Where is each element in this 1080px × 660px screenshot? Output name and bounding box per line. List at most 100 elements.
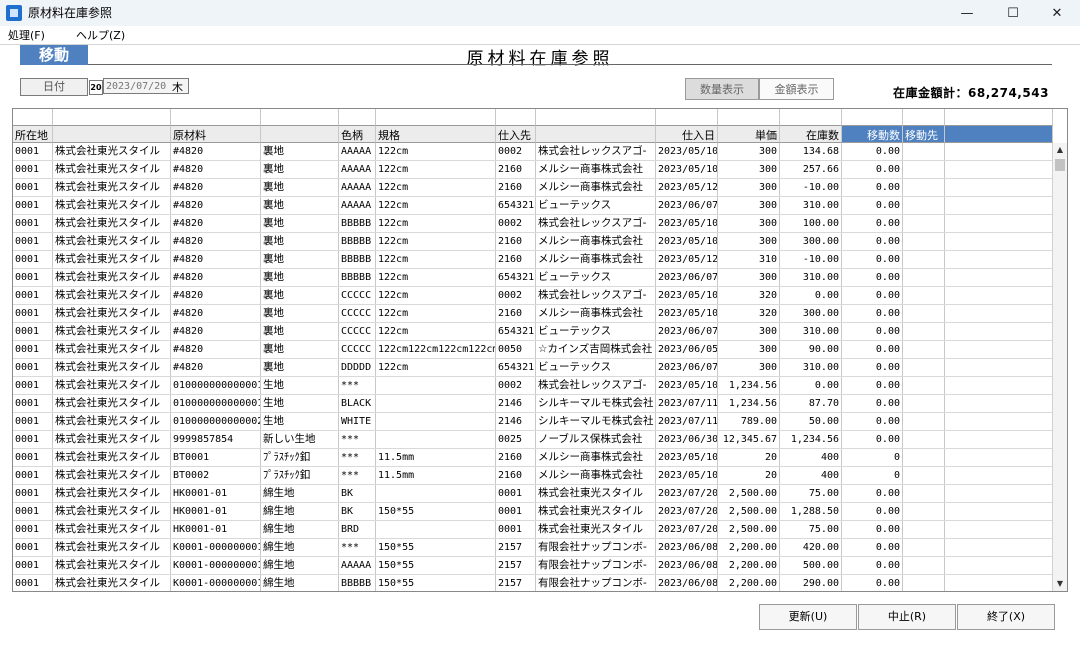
table-cell[interactable] [903, 305, 945, 322]
filter-cell[interactable] [780, 109, 842, 126]
column-header[interactable]: 仕入先 [496, 126, 536, 143]
vertical-scrollbar[interactable]: ▲ ▼ [1052, 143, 1067, 591]
table-cell[interactable] [903, 233, 945, 250]
table-row[interactable]: 0001 株式会社東光スタイル 010000000000001 生地 BLACK 2146… [13, 395, 1053, 413]
table-row[interactable]: 0001 株式会社東光スタイル 9999857854 新しい生地 *** 0025 ノーブル… [13, 431, 1053, 449]
column-header[interactable]: 仕入日 [656, 126, 718, 143]
table-cell[interactable] [903, 449, 945, 466]
table-cell[interactable] [903, 161, 945, 178]
table-cell[interactable]: 0.00 [842, 251, 903, 268]
table-cell[interactable] [903, 377, 945, 394]
filter-cell[interactable] [842, 109, 903, 126]
table-row[interactable]: 0001 株式会社東光スタイル #4820 裏地 BBBBB 122cm 0002 株式会社レ… [13, 215, 1053, 233]
table-cell[interactable] [903, 521, 945, 538]
filter-cell[interactable] [945, 109, 1053, 126]
table-row[interactable]: 0001 株式会社東光スタイル K0001-000000001 綿生地 BBBBB 150… [13, 575, 1053, 591]
table-row[interactable]: 0001 株式会社東光スタイル 010000000000001 生地 *** 0002 株式… [13, 377, 1053, 395]
table-row[interactable]: 0001 株式会社東光スタイル #4820 裏地 BBBBB 122cm 654321 ビュー… [13, 269, 1053, 287]
table-cell[interactable]: 0.00 [842, 143, 903, 160]
amount-view-toggle[interactable]: 金額表示 [759, 78, 834, 100]
update-button[interactable]: 更新(U) [759, 604, 857, 630]
table-cell[interactable]: 0.00 [842, 485, 903, 502]
table-cell[interactable] [903, 539, 945, 556]
table-cell[interactable] [903, 485, 945, 502]
table-cell[interactable] [903, 503, 945, 520]
table-cell[interactable]: 0.00 [842, 215, 903, 232]
table-cell[interactable] [903, 359, 945, 376]
table-row[interactable]: 0001 株式会社東光スタイル #4820 裏地 DDDDD 122cm 654321 ビュー… [13, 359, 1053, 377]
menu-process[interactable]: 処理(F) [8, 27, 45, 43]
filter-cell[interactable] [53, 109, 171, 126]
column-header[interactable]: 移動先 [903, 126, 945, 143]
table-cell[interactable]: 0.00 [842, 179, 903, 196]
table-cell[interactable] [903, 395, 945, 412]
table-row[interactable]: 0001 株式会社東光スタイル HK0001-01 綿生地 BK 150*55 0001 株式… [13, 503, 1053, 521]
table-row[interactable]: 0001 株式会社東光スタイル BT0002 ﾌﾟﾗｽﾁｯｸ釦 *** 11.5mm 216… [13, 467, 1053, 485]
column-header[interactable]: 移動数 [842, 126, 903, 143]
table-cell[interactable] [903, 143, 945, 160]
table-row[interactable]: 0001 株式会社東光スタイル #4820 裏地 AAAAA 122cm 2160 メルシー商… [13, 161, 1053, 179]
column-header[interactable] [945, 126, 1053, 143]
filter-cell[interactable] [13, 109, 53, 126]
table-row[interactable]: 0001 株式会社東光スタイル 010000000000002 生地 WHITE 2146… [13, 413, 1053, 431]
table-cell[interactable]: 0.00 [842, 503, 903, 520]
filter-cell[interactable] [496, 109, 536, 126]
table-row[interactable]: 0001 株式会社東光スタイル HK0001-01 綿生地 BK 0001 株式会社東光スタ… [13, 485, 1053, 503]
table-cell[interactable]: 0.00 [842, 341, 903, 358]
inventory-grid[interactable]: 所在地 原材料 色柄 規格 仕入先 仕入日 単価 在庫数 移動数 移動先 0001 株式会社東光スタ… [12, 108, 1068, 592]
table-cell[interactable] [903, 215, 945, 232]
filter-cell[interactable] [903, 109, 945, 126]
scroll-down-icon[interactable]: ▼ [1053, 577, 1067, 591]
table-cell[interactable]: 0.00 [842, 413, 903, 430]
table-cell[interactable] [903, 251, 945, 268]
table-row[interactable]: 0001 株式会社東光スタイル #4820 裏地 CCCCC 122cm 0002 株式会社レ… [13, 287, 1053, 305]
column-header[interactable]: 原材料 [171, 126, 261, 143]
table-row[interactable]: 0001 株式会社東光スタイル #4820 裏地 CCCCC 122cm 2160 メルシー商… [13, 305, 1053, 323]
table-cell[interactable]: 0.00 [842, 197, 903, 214]
filter-cell[interactable] [261, 109, 339, 126]
quantity-view-toggle[interactable]: 数量表示 [685, 78, 759, 100]
column-header[interactable]: 規格 [376, 126, 496, 143]
table-row[interactable]: 0001 株式会社東光スタイル #4820 裏地 BBBBB 122cm 2160 メルシー商… [13, 251, 1053, 269]
column-header[interactable]: 所在地 [13, 126, 53, 143]
column-header[interactable] [261, 126, 339, 143]
table-cell[interactable]: 0.00 [842, 539, 903, 556]
table-cell[interactable] [903, 431, 945, 448]
scroll-up-icon[interactable]: ▲ [1053, 143, 1067, 157]
filter-cell[interactable] [536, 109, 656, 126]
table-cell[interactable]: 0.00 [842, 233, 903, 250]
exit-button[interactable]: 終了(X) [957, 604, 1055, 630]
table-row[interactable]: 0001 株式会社東光スタイル HK0001-01 綿生地 BRD 0001 株式会社東光ス… [13, 521, 1053, 539]
table-cell[interactable]: 0.00 [842, 431, 903, 448]
table-row[interactable]: 0001 株式会社東光スタイル #4820 裏地 CCCCC 122cm 654321 ビュー… [13, 323, 1053, 341]
menu-help[interactable]: ヘルプ(Z) [76, 27, 125, 43]
table-cell[interactable]: 0.00 [842, 377, 903, 394]
filter-cell[interactable] [376, 109, 496, 126]
filter-cell[interactable] [171, 109, 261, 126]
table-row[interactable]: 0001 株式会社東光スタイル #4820 裏地 AAAAA 122cm 0002 株式会社レ… [13, 143, 1053, 161]
table-row[interactable]: 0001 株式会社東光スタイル K0001-000000001 綿生地 AAAAA 150… [13, 557, 1053, 575]
table-cell[interactable]: 0.00 [842, 521, 903, 538]
table-cell[interactable] [903, 575, 945, 591]
column-header[interactable] [536, 126, 656, 143]
table-cell[interactable]: 0 [842, 467, 903, 484]
table-cell[interactable]: 0.00 [842, 269, 903, 286]
table-cell[interactable] [903, 197, 945, 214]
table-cell[interactable] [903, 557, 945, 574]
table-cell[interactable] [903, 269, 945, 286]
cancel-button[interactable]: 中止(R) [858, 604, 956, 630]
table-row[interactable]: 0001 株式会社東光スタイル BT0001 ﾌﾟﾗｽﾁｯｸ釦 *** 11.5mm 216… [13, 449, 1053, 467]
table-cell[interactable]: 0.00 [842, 557, 903, 574]
date-era-badge[interactable]: 20 [89, 80, 103, 95]
table-cell[interactable]: 0.00 [842, 287, 903, 304]
column-header[interactable]: 色柄 [339, 126, 376, 143]
table-row[interactable]: 0001 株式会社東光スタイル K0001-000000001 綿生地 *** 150*5… [13, 539, 1053, 557]
table-cell[interactable] [903, 179, 945, 196]
column-header[interactable]: 単価 [718, 126, 780, 143]
minimize-button[interactable]: — [944, 0, 990, 26]
table-cell[interactable] [903, 287, 945, 304]
table-cell[interactable]: 0.00 [842, 395, 903, 412]
table-row[interactable]: 0001 株式会社東光スタイル #4820 裏地 AAAAA 122cm 2160 メルシー商… [13, 179, 1053, 197]
table-row[interactable]: 0001 株式会社東光スタイル #4820 裏地 BBBBB 122cm 2160 メルシー商… [13, 233, 1053, 251]
table-cell[interactable]: 0.00 [842, 323, 903, 340]
